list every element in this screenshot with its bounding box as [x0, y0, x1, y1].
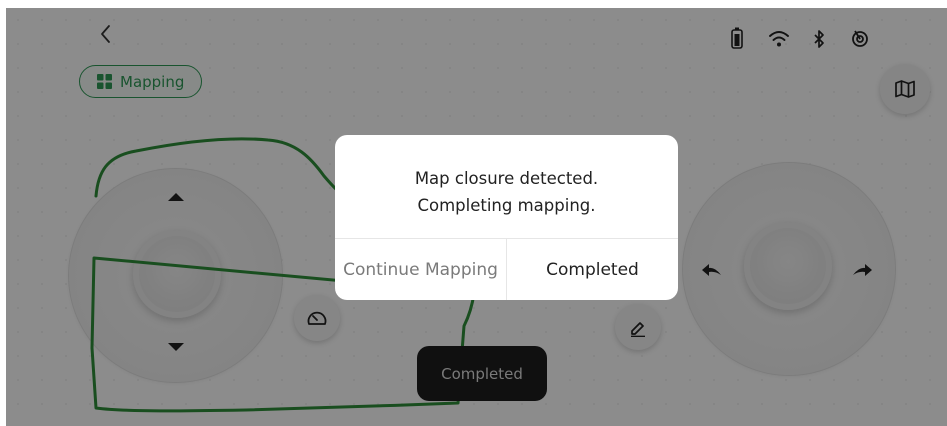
dialog-message-line-1: Map closure detected.: [414, 169, 599, 188]
dialog-message-line-2: Completing mapping.: [417, 196, 596, 215]
mapping-screen: Mapping Completed Map closure detected. …: [6, 8, 947, 426]
completed-button[interactable]: Completed: [507, 239, 678, 300]
map-closure-dialog: Map closure detected. Completing mapping…: [335, 135, 678, 300]
dialog-actions: Continue Mapping Completed: [335, 238, 678, 300]
dialog-message: Map closure detected. Completing mapping…: [335, 165, 678, 219]
continue-mapping-button[interactable]: Continue Mapping: [335, 239, 507, 300]
